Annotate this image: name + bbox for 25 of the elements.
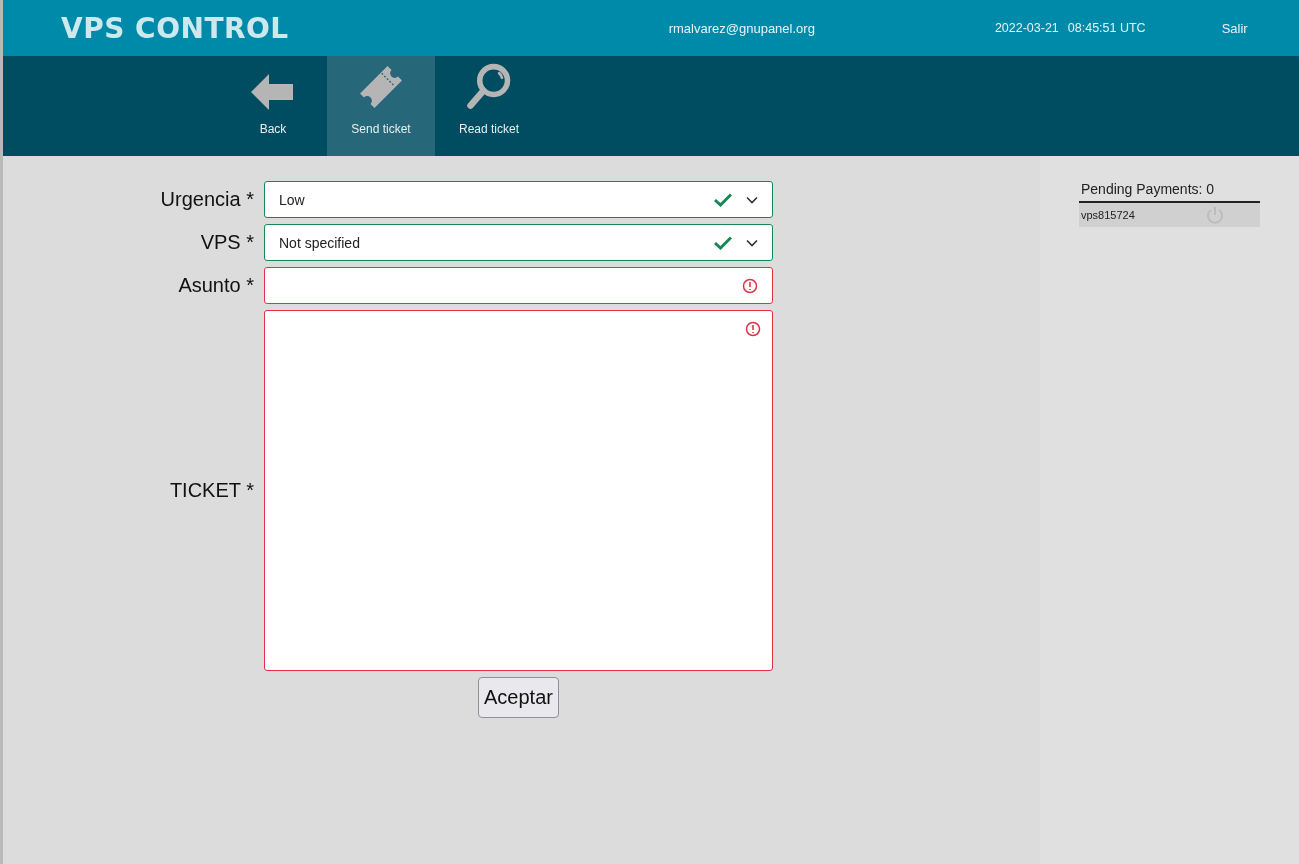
vps-name: vps815724 [1081, 209, 1135, 221]
error-icon [742, 277, 758, 294]
field-label: Urgencia * [159, 188, 255, 211]
input-field[interactable] [264, 267, 773, 304]
select-field[interactable]: Not specified [264, 224, 773, 261]
app-title: VPS CONTROL [61, 11, 289, 45]
toolbar-button[interactable]: Back [219, 56, 327, 156]
back-arrow-icon [251, 72, 295, 112]
user-email: rmalvarez@gnupanel.org [668, 20, 815, 36]
toolbar-button[interactable]: Read ticket [435, 56, 543, 156]
field-label: Asunto * [177, 274, 255, 297]
text-area[interactable] [264, 310, 773, 671]
date-text: 2022-03-21 [994, 21, 1059, 35]
check-icon [714, 192, 732, 207]
logout-link[interactable]: Salir [1221, 20, 1248, 36]
time-text: 08:45:51 UTC [1067, 21, 1146, 35]
accept-button[interactable]: Aceptar [478, 677, 559, 718]
toolbar-button[interactable]: Send ticket [327, 56, 435, 156]
error-icon [745, 321, 761, 337]
chevron-down-icon [746, 238, 758, 247]
check-icon [714, 235, 732, 250]
field-label: VPS * [199, 231, 255, 254]
field-label: TICKET * [168, 479, 255, 502]
chevron-down-icon [746, 195, 758, 204]
select-field[interactable]: Low [264, 181, 773, 218]
